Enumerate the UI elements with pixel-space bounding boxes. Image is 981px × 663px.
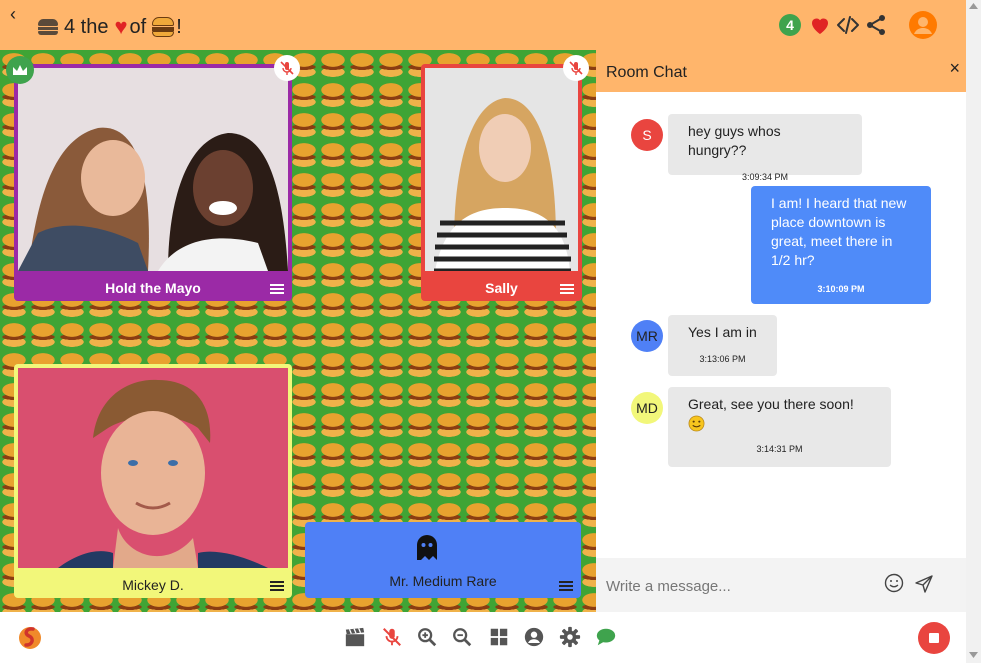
title-prefix: 4 the xyxy=(64,15,109,38)
chat-icon[interactable] xyxy=(595,626,617,648)
scroll-down-icon[interactable] xyxy=(969,652,978,658)
participant-tile-mr-medium-rare[interactable]: Mr. Medium Rare xyxy=(305,522,581,598)
scrollbar[interactable] xyxy=(966,0,981,663)
chat-message-own: I am! I heard that new place downtown is… xyxy=(751,186,931,304)
participant-tile-sally[interactable]: Sally xyxy=(421,64,582,301)
participant-name: Hold the Mayo xyxy=(105,280,201,296)
message-time: 3:10:09 PM xyxy=(817,284,865,294)
mic-off-icon[interactable] xyxy=(274,55,300,81)
message-time: 3:09:34 PM xyxy=(741,172,789,182)
user-account-icon[interactable] xyxy=(909,11,937,39)
message-text: Great, see you there soon! xyxy=(688,396,854,412)
room-title: 4 the ♥ of ! xyxy=(38,14,182,40)
participant-video xyxy=(18,68,288,271)
record-icon[interactable] xyxy=(918,622,950,654)
account-icon[interactable] xyxy=(523,626,545,648)
tile-menu-icon[interactable] xyxy=(559,581,573,592)
app-window: ‹ 4 the ♥ of ! 4 Hold the Mayo Sally Mic… xyxy=(0,0,981,663)
message-text: I am! I heard that new place downtown is… xyxy=(771,195,907,268)
smile-emoji-icon xyxy=(688,415,705,432)
participant-video xyxy=(425,68,578,271)
participant-name: Mr. Medium Rare xyxy=(389,573,497,589)
chat-composer xyxy=(596,558,966,612)
logo-icon[interactable] xyxy=(16,622,44,652)
heart-emoji-icon: ♥ xyxy=(114,14,128,39)
gear-icon[interactable] xyxy=(559,626,581,648)
ghost-icon xyxy=(417,535,437,560)
tile-menu-icon[interactable] xyxy=(560,284,574,295)
room-header: ‹ 4 the ♥ of ! 4 xyxy=(0,0,966,50)
person-icon xyxy=(914,17,932,34)
avatar: S xyxy=(631,119,663,151)
grid-icon[interactable] xyxy=(488,626,510,648)
video-grid: Hold the Mayo Sally Mickey D. Mr. Medium… xyxy=(0,50,596,612)
message-text: hey guys whos hungry?? xyxy=(688,123,781,158)
hamburger-emoji-icon xyxy=(152,17,175,37)
chat-title: Room Chat xyxy=(606,64,687,81)
zoom-out-icon[interactable] xyxy=(451,626,473,648)
avatar: MR xyxy=(631,320,663,352)
participant-count-badge[interactable]: 4 xyxy=(779,14,801,36)
back-button[interactable]: ‹ xyxy=(10,4,16,25)
emoji-picker-icon[interactable] xyxy=(884,573,904,593)
title-suffix: ! xyxy=(176,15,182,38)
burger-icon xyxy=(38,19,58,35)
message-time: 3:14:31 PM xyxy=(756,444,803,454)
chat-message: Great, see you there soon! 3:14:31 PM xyxy=(668,387,891,467)
tile-menu-icon[interactable] xyxy=(270,284,284,295)
participant-tile-mickey-d[interactable]: Mickey D. xyxy=(14,364,292,598)
avatar: MD xyxy=(631,392,663,424)
chat-panel: Room Chat × S hey guys whos hungry?? 3:0… xyxy=(596,50,966,612)
clapperboard-icon[interactable] xyxy=(344,626,366,648)
scroll-up-icon[interactable] xyxy=(969,3,978,9)
send-icon[interactable] xyxy=(914,574,934,594)
participant-tile-hold-the-mayo[interactable]: Hold the Mayo xyxy=(14,64,292,301)
title-of: of xyxy=(129,15,147,38)
crown-icon xyxy=(6,56,34,84)
bottom-toolbar xyxy=(0,612,966,663)
close-icon[interactable]: × xyxy=(949,58,960,79)
participant-video xyxy=(18,368,288,568)
chat-message: Yes I am in 3:13:06 PM xyxy=(668,315,777,376)
message-input[interactable] xyxy=(606,575,866,597)
chat-header: Room Chat × xyxy=(596,50,966,92)
message-time: 3:13:06 PM xyxy=(699,354,746,364)
participant-name: Sally xyxy=(485,280,518,296)
mic-off-icon[interactable] xyxy=(381,626,403,648)
participant-name: Mickey D. xyxy=(122,577,184,593)
heart-icon[interactable] xyxy=(808,13,832,37)
share-icon[interactable] xyxy=(864,13,888,37)
embed-code-icon[interactable] xyxy=(836,13,860,37)
zoom-in-icon[interactable] xyxy=(416,626,438,648)
mic-off-icon[interactable] xyxy=(563,55,589,81)
chat-message: hey guys whos hungry?? 3:09:34 PM xyxy=(668,114,862,182)
tile-menu-icon[interactable] xyxy=(270,581,284,592)
message-text: Yes I am in xyxy=(688,324,757,340)
